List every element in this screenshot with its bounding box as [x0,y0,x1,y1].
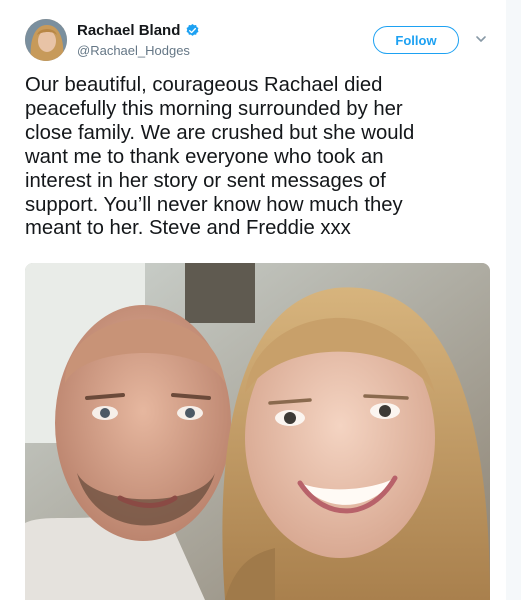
display-name[interactable]: Rachael Bland [77,22,180,39]
follow-button[interactable]: Follow [373,26,459,54]
profile-photo-icon [25,19,67,61]
user-handle[interactable]: @Rachael_Hodges [77,43,190,58]
tweet-photo[interactable] [25,263,490,600]
name-row: Rachael Bland [77,22,200,39]
chevron-down-icon[interactable] [474,32,488,46]
tweet-card: Rachael Bland @Rachael_Hodges Follow Our… [0,0,521,600]
selfie-photo-illustration [25,263,490,600]
verified-badge-icon [186,23,199,36]
avatar[interactable] [25,19,67,61]
tweet-text: Our beautiful, courageous Rachael died p… [25,74,415,240]
page-edge [506,0,521,600]
